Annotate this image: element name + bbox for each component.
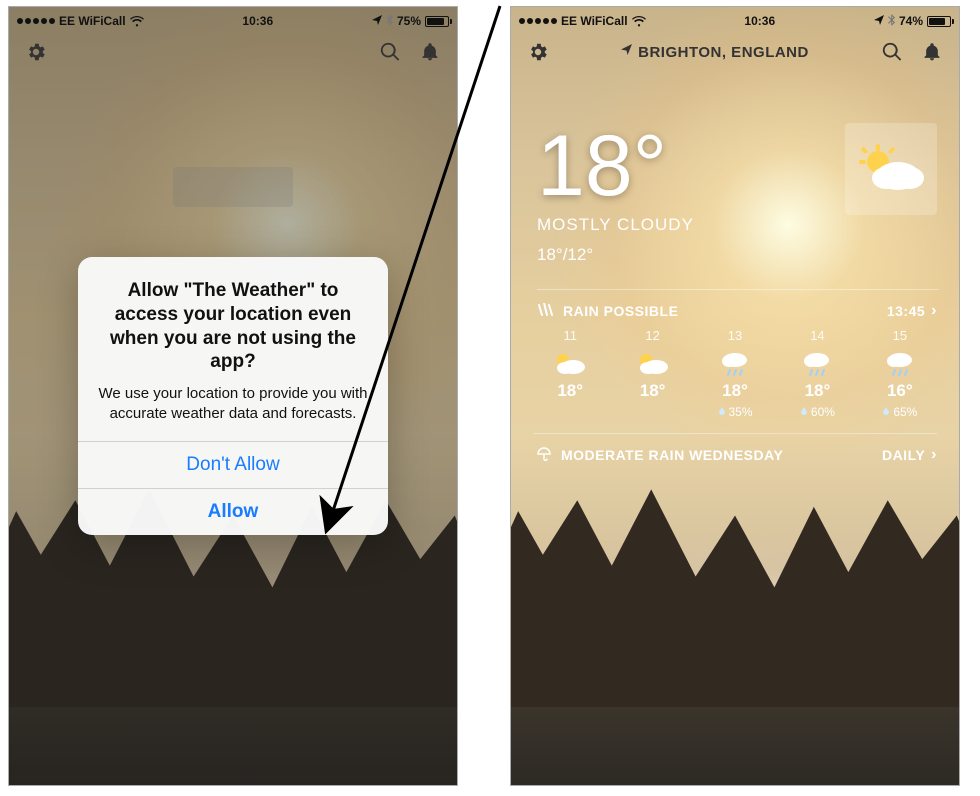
high-low: 18°/12°	[537, 245, 939, 265]
settings-button[interactable]	[525, 39, 551, 65]
rain-possible-time: 13:45	[887, 303, 925, 319]
hourly-precip: 60%	[776, 405, 858, 419]
hourly-temp: 18°	[529, 381, 611, 401]
hourly-hour: 12	[611, 328, 693, 343]
permission-alert: Allow "The Weather" to access your locat…	[9, 7, 457, 785]
search-icon	[881, 41, 903, 63]
search-button[interactable]	[879, 39, 905, 65]
app-toolbar: BRIGHTON, ENGLAND	[511, 31, 959, 73]
umbrella-icon	[537, 447, 551, 464]
hourly-column[interactable]: 14 18° 60%	[776, 328, 858, 419]
hourly-precip: 35%	[694, 405, 776, 419]
current-temperature: 18°	[537, 123, 939, 209]
phone-right: EE WiFiCall 10:36 74%	[510, 6, 960, 786]
hourly-column[interactable]: 15 16° 65%	[859, 328, 941, 419]
bell-icon	[922, 41, 942, 63]
hourly-icon	[859, 349, 941, 377]
carrier-label: EE WiFiCall	[561, 14, 628, 28]
rain-icon	[537, 303, 553, 320]
battery-icon	[927, 16, 951, 27]
hourly-temp: 18°	[611, 381, 693, 401]
status-time: 10:36	[744, 14, 775, 28]
wifi-icon	[632, 16, 646, 27]
hourly-hour: 13	[694, 328, 776, 343]
hourly-precip: 65%	[859, 405, 941, 419]
hourly-temp: 18°	[776, 381, 858, 401]
chevron-right-icon: ›	[931, 302, 937, 320]
location-arrow-icon	[621, 44, 632, 58]
rain-possible-row[interactable]: RAIN POSSIBLE 13:45 ›	[511, 290, 959, 328]
daily-link-label: DAILY	[882, 447, 925, 463]
hourly-hour: 11	[529, 328, 611, 343]
hourly-hour: 15	[859, 328, 941, 343]
allow-button[interactable]: Allow	[78, 488, 388, 535]
hourly-hour: 14	[776, 328, 858, 343]
gear-icon	[527, 41, 549, 63]
daily-forecast-label: MODERATE RAIN WEDNESDAY	[561, 447, 783, 463]
hourly-icon	[611, 349, 693, 377]
hourly-temp: 18°	[694, 381, 776, 401]
alerts-button[interactable]	[919, 39, 945, 65]
daily-forecast-row[interactable]: MODERATE RAIN WEDNESDAY DAILY ›	[511, 434, 959, 472]
rain-possible-label: RAIN POSSIBLE	[563, 303, 678, 319]
bluetooth-icon	[888, 14, 895, 29]
current-condition: MOSTLY CLOUDY	[537, 215, 939, 235]
hourly-column[interactable]: 12 18°	[611, 328, 693, 419]
hourly-icon	[694, 349, 776, 377]
chevron-right-icon: ›	[931, 446, 937, 464]
location-services-icon	[874, 14, 884, 28]
location-name: BRIGHTON, ENGLAND	[638, 44, 809, 61]
hourly-icon	[776, 349, 858, 377]
hourly-forecast[interactable]: 1118°1218°1318°35%1418°60%1516°65%	[511, 328, 959, 433]
dont-allow-button[interactable]: Don't Allow	[78, 441, 388, 488]
hourly-column[interactable]: 11 18°	[529, 328, 611, 419]
status-bar: EE WiFiCall 10:36 74%	[511, 7, 959, 31]
location-title[interactable]: BRIGHTON, ENGLAND	[551, 44, 879, 61]
hourly-icon	[529, 349, 611, 377]
hourly-column[interactable]: 13 18° 35%	[694, 328, 776, 419]
battery-percent: 74%	[899, 14, 923, 28]
alert-title: Allow "The Weather" to access your locat…	[78, 257, 388, 378]
phone-left: EE WiFiCall 10:36 75%	[8, 6, 458, 786]
hourly-temp: 16°	[859, 381, 941, 401]
alert-message: We use your location to provide you with…	[78, 378, 388, 441]
signal-dots-icon	[519, 18, 557, 24]
